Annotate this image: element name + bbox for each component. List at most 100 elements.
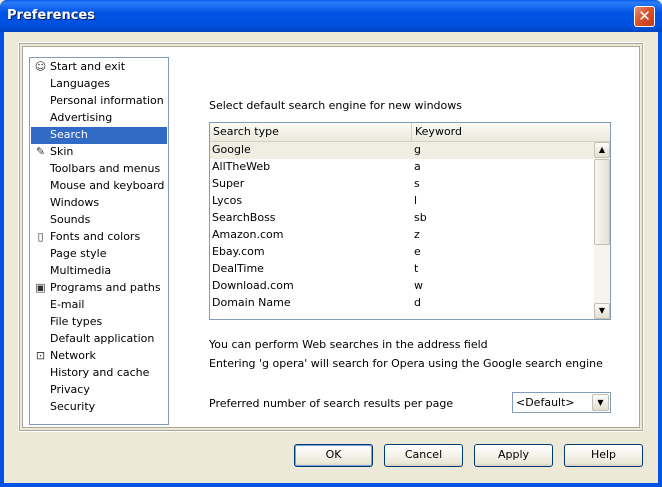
dropdown-value: <Default> <box>516 396 575 409</box>
settings-panel: ☺ Start and exit Languages Personal informa… <box>18 42 644 432</box>
search-type-cell: Lycos <box>212 194 243 207</box>
keyword-cell: d <box>414 296 421 309</box>
category-item[interactable]: ✎ Skin <box>31 144 167 161</box>
ok-button[interactable]: OK <box>294 444 373 467</box>
paint-icon: ✎ <box>35 145 46 158</box>
category-item[interactable]: ▣ Programs and paths <box>31 280 167 297</box>
category-item[interactable]: Privacy <box>31 382 167 399</box>
category-item[interactable]: Security <box>31 399 167 416</box>
keyword-cell: e <box>414 245 421 258</box>
search-type-cell: Super <box>212 177 245 190</box>
table-row[interactable]: Download.com w <box>210 278 594 295</box>
table-body: Google g AllTheWeb a Super s Lycos l SearchBoss s… <box>210 142 594 319</box>
results-per-page-dropdown[interactable]: <Default> ▼ <box>512 392 611 413</box>
category-label: Page style <box>50 247 107 260</box>
table-scrollbar[interactable]: ▲ ▼ <box>594 142 610 319</box>
category-label: Programs and paths <box>50 281 161 294</box>
category-label: Multimedia <box>50 264 112 277</box>
search-engine-table[interactable]: Search type Keyword Google g AllTheWeb a Sup… <box>209 122 611 320</box>
category-label: Privacy <box>50 383 90 396</box>
close-button[interactable]: ✕ <box>634 6 655 27</box>
category-item[interactable]: Languages <box>31 76 167 93</box>
search-type-cell: DealTime <box>212 262 264 275</box>
category-item[interactable]: Page style <box>31 246 167 263</box>
search-type-cell: AllTheWeb <box>212 160 271 173</box>
category-label: History and cache <box>50 366 150 379</box>
info-text-address-field: You can perform Web searches in the addr… <box>209 338 488 351</box>
category-label: Search <box>50 128 88 141</box>
keyword-cell: s <box>414 177 420 190</box>
keyword-cell: a <box>414 160 421 173</box>
table-row[interactable]: Lycos l <box>210 193 594 210</box>
category-item[interactable]: ☺ Start and exit <box>31 59 167 76</box>
keyword-cell: t <box>414 262 419 275</box>
table-row[interactable]: SearchBoss sb <box>210 210 594 227</box>
settings-page: ☺ Start and exit Languages Personal informa… <box>22 46 640 428</box>
category-label: Default application <box>50 332 155 345</box>
category-label: Sounds <box>50 213 91 226</box>
keyword-cell: w <box>414 279 423 292</box>
category-label: Windows <box>50 196 100 209</box>
table-row[interactable]: Domain Name d <box>210 295 594 312</box>
category-label: Languages <box>50 77 111 90</box>
search-type-cell: Download.com <box>212 279 294 292</box>
table-row[interactable]: Google g <box>210 142 594 159</box>
category-label: Mouse and keyboard <box>50 179 165 192</box>
scroll-thumb[interactable] <box>594 159 610 245</box>
chevron-down-icon: ▼ <box>597 398 604 407</box>
table-row[interactable]: Ebay.com e <box>210 244 594 261</box>
search-type-cell: Ebay.com <box>212 245 265 258</box>
category-item[interactable]: Advertising <box>31 110 167 127</box>
window-border-right <box>658 32 662 487</box>
preferences-window: Preferences ✕ ☺ Start and exit Languages Pe… <box>0 0 662 487</box>
apply-button[interactable]: Apply <box>474 444 553 467</box>
document-icon: ▯ <box>37 230 44 243</box>
category-label: File types <box>50 315 103 328</box>
cancel-button[interactable]: Cancel <box>384 444 463 467</box>
category-label: Network <box>50 349 96 362</box>
category-label: Advertising <box>50 111 113 124</box>
category-item[interactable]: ▯ Fonts and colors <box>31 229 167 246</box>
category-item[interactable]: Mouse and keyboard <box>31 178 167 195</box>
category-item[interactable]: Personal information <box>31 93 167 110</box>
search-type-cell: Domain Name <box>212 296 291 309</box>
window-title: Preferences <box>7 8 95 23</box>
keyword-cell: g <box>414 143 421 156</box>
column-header-search-type[interactable]: Search type <box>210 123 412 142</box>
table-row[interactable]: DealTime t <box>210 261 594 278</box>
category-item[interactable]: E-mail <box>31 297 167 314</box>
lock-icon: ⊡ <box>35 349 46 362</box>
info-text-example: Entering 'g opera' will search for Opera… <box>209 357 603 370</box>
category-label: Skin <box>50 145 74 158</box>
window-border-bottom <box>0 483 662 487</box>
arrow-down-icon: ▼ <box>598 306 606 315</box>
category-item[interactable]: Toolbars and menus <box>31 161 167 178</box>
close-icon: ✕ <box>638 7 651 25</box>
category-label: Start and exit <box>50 60 126 73</box>
keyword-cell: l <box>414 194 418 207</box>
category-item[interactable]: Windows <box>31 195 167 212</box>
category-item[interactable]: ⊡ Network <box>31 348 167 365</box>
scroll-up-button[interactable]: ▲ <box>594 142 610 158</box>
results-per-page-label: Preferred number of search results per p… <box>209 397 454 410</box>
category-item[interactable]: File types <box>31 314 167 331</box>
category-label: Security <box>50 400 96 413</box>
category-list[interactable]: ☺ Start and exit Languages Personal informa… <box>29 57 169 425</box>
title-bar[interactable]: Preferences ✕ <box>0 0 662 32</box>
keyword-cell: sb <box>414 211 427 224</box>
category-item[interactable]: Multimedia <box>31 263 167 280</box>
table-row[interactable]: AllTheWeb a <box>210 159 594 176</box>
scroll-down-button[interactable]: ▼ <box>594 303 610 319</box>
column-header-keyword[interactable]: Keyword <box>412 123 610 142</box>
category-item[interactable]: Sounds <box>31 212 167 229</box>
category-item[interactable]: Search <box>31 127 167 144</box>
table-row[interactable]: Super s <box>210 176 594 193</box>
table-row[interactable]: Amazon.com z <box>210 227 594 244</box>
category-label: Toolbars and menus <box>50 162 161 175</box>
category-item[interactable]: Default application <box>31 331 167 348</box>
search-type-cell: Google <box>212 143 251 156</box>
disk-icon: ▣ <box>35 281 46 294</box>
help-button[interactable]: Help <box>564 444 643 467</box>
category-item[interactable]: History and cache <box>31 365 167 382</box>
dropdown-button[interactable]: ▼ <box>592 394 609 411</box>
